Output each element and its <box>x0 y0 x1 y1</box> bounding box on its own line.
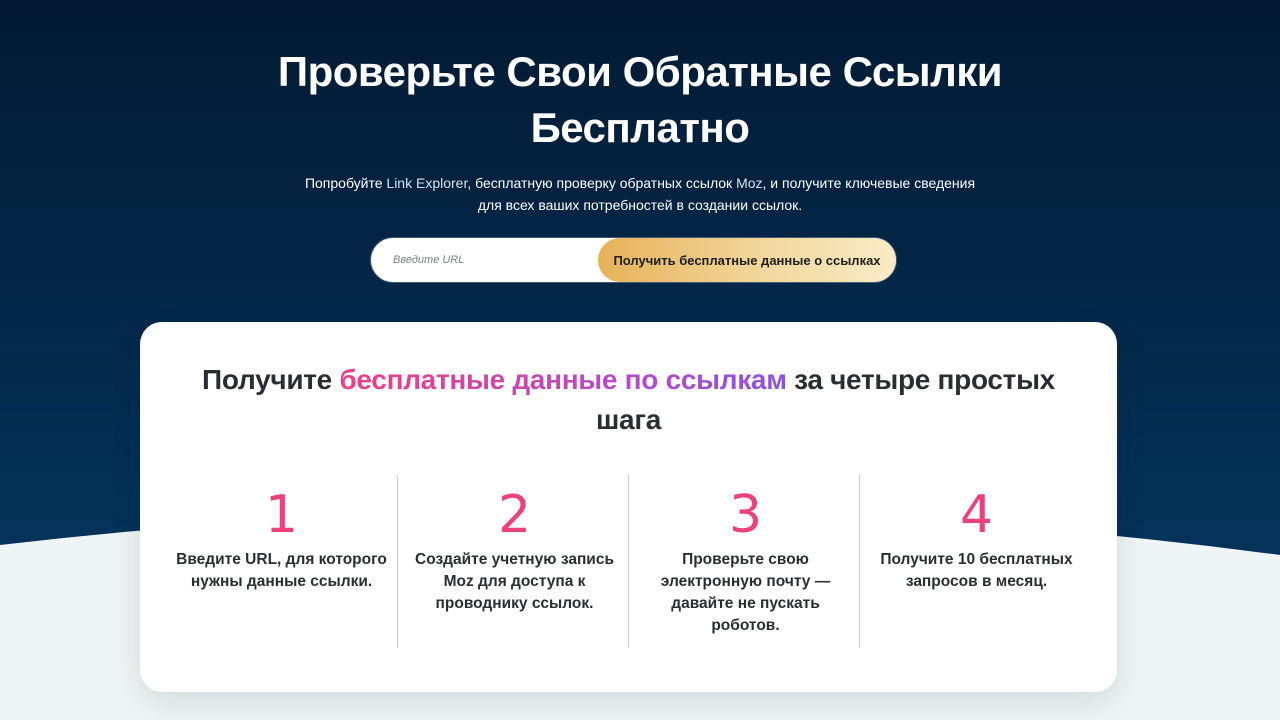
hero-subtitle-product: Link Explorer <box>386 175 468 191</box>
url-input[interactable] <box>371 238 611 282</box>
steps-card: Получите бесплатные данные по ссылкам за… <box>140 322 1117 692</box>
step-text: Создайте учетную запись Moz для доступа … <box>415 551 614 612</box>
step-item: 4 Получите 10 бесплатных запросов в меся… <box>869 475 1100 648</box>
card-title-part: Получите <box>202 364 340 395</box>
step-text: Получите 10 бесплатных запросов в месяц. <box>880 551 1073 590</box>
step-text: Проверьте свою электронную почту — давай… <box>660 551 831 634</box>
hero-subtitle-part: , бесплатную проверку обратных ссылок <box>467 175 737 191</box>
card-title-highlight: бесплатные данные по ссылкам <box>339 364 787 395</box>
step-number: 4 <box>959 485 994 545</box>
step-item: 1 Введите URL, для которого нужны данные… <box>176 475 407 648</box>
step-text: Введите URL, для которого нужны данные с… <box>176 551 387 590</box>
get-free-link-data-button[interactable]: Получить бесплатные данные о ссылках <box>598 238 896 282</box>
hero-subtitle-brand: Moz <box>736 175 763 191</box>
step-number: 2 <box>497 485 532 545</box>
step-divider <box>628 475 629 648</box>
step-number: 1 <box>264 485 299 545</box>
hero-subtitle-part: Попробуйте <box>304 175 387 191</box>
step-number: 3 <box>728 485 763 545</box>
steps-card-title: Получите бесплатные данные по ссылкам за… <box>200 360 1057 440</box>
page-title: Проверьте Свои Обратные Ссылки Бесплатно <box>277 48 1003 151</box>
url-search-form: Получить бесплатные данные о ссылках <box>371 238 896 282</box>
step-item: 3 Проверьте свою электронную почту — дав… <box>638 475 869 648</box>
step-item: 2 Создайте учетную запись Moz для доступ… <box>407 475 638 648</box>
step-divider <box>397 475 398 648</box>
steps-list: 1 Введите URL, для которого нужны данные… <box>176 475 1100 648</box>
hero-subtitle: Попробуйте Link Explorer, бесплатную про… <box>300 172 980 216</box>
step-divider <box>859 475 860 648</box>
